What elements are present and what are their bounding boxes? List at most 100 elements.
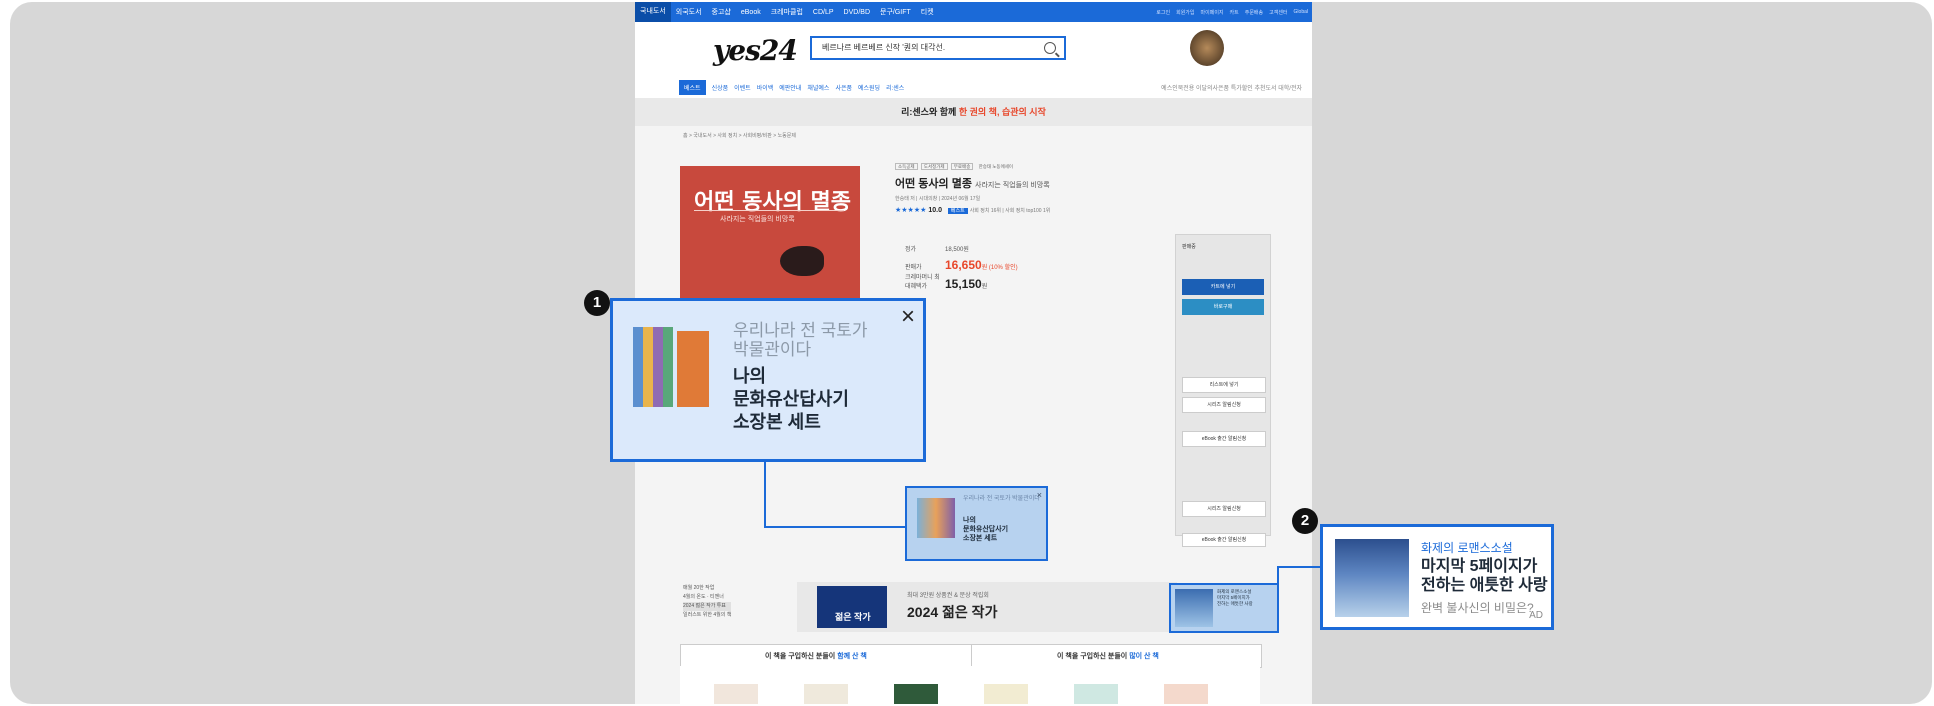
catnav-right-links[interactable]: 예스인북전용 이달의사은품 특가할인 추천도서 대학/전자: [1161, 83, 1312, 92]
close-icon[interactable]: ×: [1037, 490, 1042, 500]
promo-line2: 2024 젊은 작가: [907, 604, 998, 620]
search-input[interactable]: 베르나르 베르베르 신작 '퀀의 대각선.: [810, 36, 1066, 60]
in-page-popup-ad[interactable]: 우리나라 전 국토가 박물관이다 나의 문화유산답사기 소장본 세트 ×: [905, 486, 1048, 561]
magnified-popup-ad[interactable]: × 우리나라 전 국토가 박물관이다 나의 문화유산답사기 소장본 세트: [610, 298, 926, 462]
in-page-romance-ad[interactable]: 화제의 로맨스소설 마지막 5페이지가 전하는 애틋한 사랑: [1169, 583, 1279, 633]
popup-title: 나의 문화유산답사기 소장본 세트: [733, 365, 849, 434]
sale-unit: 원 (10% 할인): [981, 265, 1018, 271]
category-menu-button[interactable]: 베스트: [679, 79, 706, 95]
tab-most-bought[interactable]: 이 책을 구입하신 분들이 많이 산 책: [1057, 651, 1159, 661]
ad-label: AD: [1529, 610, 1543, 621]
mypage-link[interactable]: 마이페이지: [1201, 9, 1224, 16]
close-icon[interactable]: ×: [901, 305, 915, 329]
banner-highlight: 한 권의 책, 습관의 시작: [958, 107, 1046, 117]
bestseller-badge: 베스트: [947, 208, 968, 214]
site-header: yes24 베르나르 베르베르 신작 '퀀의 대각선.: [635, 22, 1312, 76]
promo-banner[interactable]: 리:센스와 함께 한 권의 책, 습관의 시작: [635, 98, 1312, 126]
star-rating-icon: ★★★★★: [895, 207, 927, 214]
topnav-item-foreign[interactable]: 외국도서: [671, 7, 707, 17]
topnav-item-ticket[interactable]: 티켓: [916, 7, 939, 17]
login-link[interactable]: 로그인: [1156, 9, 1170, 16]
callout-connector: [764, 462, 766, 528]
add-to-list-button[interactable]: 리스트에 넣기: [1182, 377, 1266, 393]
headline-line: 마지막 5페이지가: [1421, 558, 1538, 575]
topnav-item-gift[interactable]: 문구/GIFT: [875, 7, 916, 17]
tab-bought-together[interactable]: 이 책을 구입하신 분들이 함께 산 책: [765, 651, 867, 661]
callout-connector: [1277, 566, 1322, 568]
series-alert-button-2[interactable]: 시리즈 알림신청: [1182, 501, 1266, 517]
list-price-label: 정가: [905, 247, 917, 253]
rating-row: ★★★★★ 10.0 베스트 사회 정치 16위 | 사회 정치 top100 …: [895, 206, 1225, 214]
topnav-item-crema[interactable]: 크레마클럽: [766, 7, 808, 17]
catnav-item[interactable]: 예판안내: [779, 83, 801, 92]
topnav-item-cdlp[interactable]: CD/LP: [808, 9, 839, 16]
popup-subtitle: 우리나라 전 국토가 박물관이다: [733, 321, 868, 359]
title-line: 소장본 세트: [963, 535, 998, 542]
breadcrumb[interactable]: 홈 > 국내도서 > 사회 정치 > 사회비평/비판 > 노동문제: [683, 132, 796, 139]
topnav-item-domestic[interactable]: 국내도서: [635, 2, 671, 22]
popup-small-subtitle: 우리나라 전 국토가 박물관이다: [963, 496, 1040, 502]
cart-link[interactable]: 카트: [1230, 9, 1239, 16]
catnav-item[interactable]: 신상품: [712, 83, 729, 92]
book-thumbnail[interactable]: [804, 684, 848, 704]
add-to-cart-button[interactable]: 카트에 넣기: [1182, 279, 1264, 295]
title-line: 소장본 세트: [733, 412, 821, 432]
header-mini-ad[interactable]: [1190, 30, 1285, 70]
book-spine: [653, 327, 663, 407]
signup-link[interactable]: 회원가입: [1176, 9, 1194, 16]
search-value: 베르나르 베르베르 신작 '퀀의 대각선.: [822, 43, 946, 52]
romance-book-image: [1335, 539, 1409, 617]
romance-ad-text: 화제의 로맨스소설 마지막 5페이지가 전하는 애틋한 사랑: [1217, 589, 1253, 607]
site-logo[interactable]: yes24: [713, 34, 798, 67]
tag: 무료배송: [950, 163, 974, 170]
orders-link[interactable]: 주문배송: [1245, 9, 1263, 16]
recommended-books: [680, 666, 1260, 704]
ad-footer: 완벽 불사신의 비밀은?: [1421, 601, 1534, 615]
ebook-alert-button-2[interactable]: eBook 출간 알림신청: [1182, 533, 1266, 547]
list-item[interactable]: 일러스트 위한 4월의 책: [683, 611, 731, 620]
topnav-item-dvd[interactable]: DVD/BD: [839, 9, 875, 16]
list-item[interactable]: 2024 젊은 작가 투표: [683, 602, 732, 611]
support-link[interactable]: 고객센터: [1269, 9, 1287, 16]
topnav-item-ebook[interactable]: eBook: [736, 9, 766, 16]
top-navigation: 국내도서 외국도서 중고샵 eBook 크레마클럽 CD/LP DVD/BD 문…: [635, 2, 1312, 22]
catnav-item[interactable]: 이벤트: [734, 83, 751, 92]
book-thumbnail[interactable]: [1074, 684, 1118, 704]
price-block: 정가 18,500원 판매가 16,650원 (10% 할인) 크레마머니 최대혜택…: [905, 244, 1018, 294]
best-rank[interactable]: 사회 정치 16위 | 사회 정치 top100 1위: [970, 208, 1051, 214]
event-list: 매월 20한 작업 4월의 온도 · 티젠너 2024 젊은 작가 투표 일러스…: [683, 584, 732, 620]
book-thumbnail[interactable]: [714, 684, 758, 704]
cover-subtitle: 사라지는 직업들의 비망록: [720, 216, 795, 223]
book-thumbnail[interactable]: [984, 684, 1028, 704]
headline-line: 전하는 애틋한 사랑: [1421, 577, 1548, 594]
buy-now-button[interactable]: 바로구매: [1182, 299, 1264, 315]
catnav-item[interactable]: 바이백: [757, 83, 774, 92]
book-thumbnail[interactable]: [894, 684, 938, 704]
ebook-alert-button[interactable]: eBook 출간 알림신청: [1182, 431, 1266, 447]
recommendation-tabs: 이 책을 구입하신 분들이 함께 산 책 이 책을 구입하신 분들이 많이 산 …: [680, 644, 1262, 668]
list-item[interactable]: 매월 20한 작업: [683, 584, 731, 593]
tag: 도서정가제: [920, 163, 948, 170]
tab-divider: [971, 645, 972, 667]
book-info: 소득공제 도서정가제 무료배송 한승태 노동에세이 어떤 동사의 멸종 사라지는…: [895, 163, 1225, 214]
catnav-item[interactable]: 사은품: [835, 83, 852, 92]
ad-line: 전하는 애틋한 사랑: [1217, 601, 1253, 606]
book-thumbnail[interactable]: [1164, 684, 1208, 704]
young-writers-banner[interactable]: 젊은 작가 최대 3만원 상품권 & 문상 적립회 2024 젊은 작가: [797, 582, 1177, 632]
book-tags: 소득공제 도서정가제 무료배송 한승태 노동에세이: [895, 163, 1225, 170]
topnav-item-used[interactable]: 중고샵: [707, 7, 736, 17]
magnified-romance-ad[interactable]: 화제의 로맨스소설 마지막 5페이지가 전하는 애틋한 사랑 완벽 불사신의 비…: [1320, 524, 1554, 630]
tab-label: 이 책을 구입하신 분들이: [1057, 653, 1128, 660]
catnav-item[interactable]: 예스원딩: [858, 83, 880, 92]
book-meta[interactable]: 한승태 저 | 시대의창 | 2024년 06월 17일: [895, 195, 1225, 202]
series-alert-button[interactable]: 시리즈 알림신청: [1182, 397, 1266, 413]
ad-category: 화제의 로맨스소설: [1421, 541, 1513, 555]
catnav-item[interactable]: 채널예스: [807, 83, 829, 92]
global-link[interactable]: Global: [1294, 9, 1308, 16]
catnav-item[interactable]: 리:센스: [886, 83, 904, 92]
tag: 소득공제: [895, 163, 918, 170]
header-ad-image: [1190, 30, 1224, 66]
search-icon[interactable]: [1044, 42, 1056, 54]
list-item[interactable]: 4월의 온도 · 티젠너: [683, 593, 731, 602]
title-line: 문화유산답사기: [733, 389, 849, 409]
